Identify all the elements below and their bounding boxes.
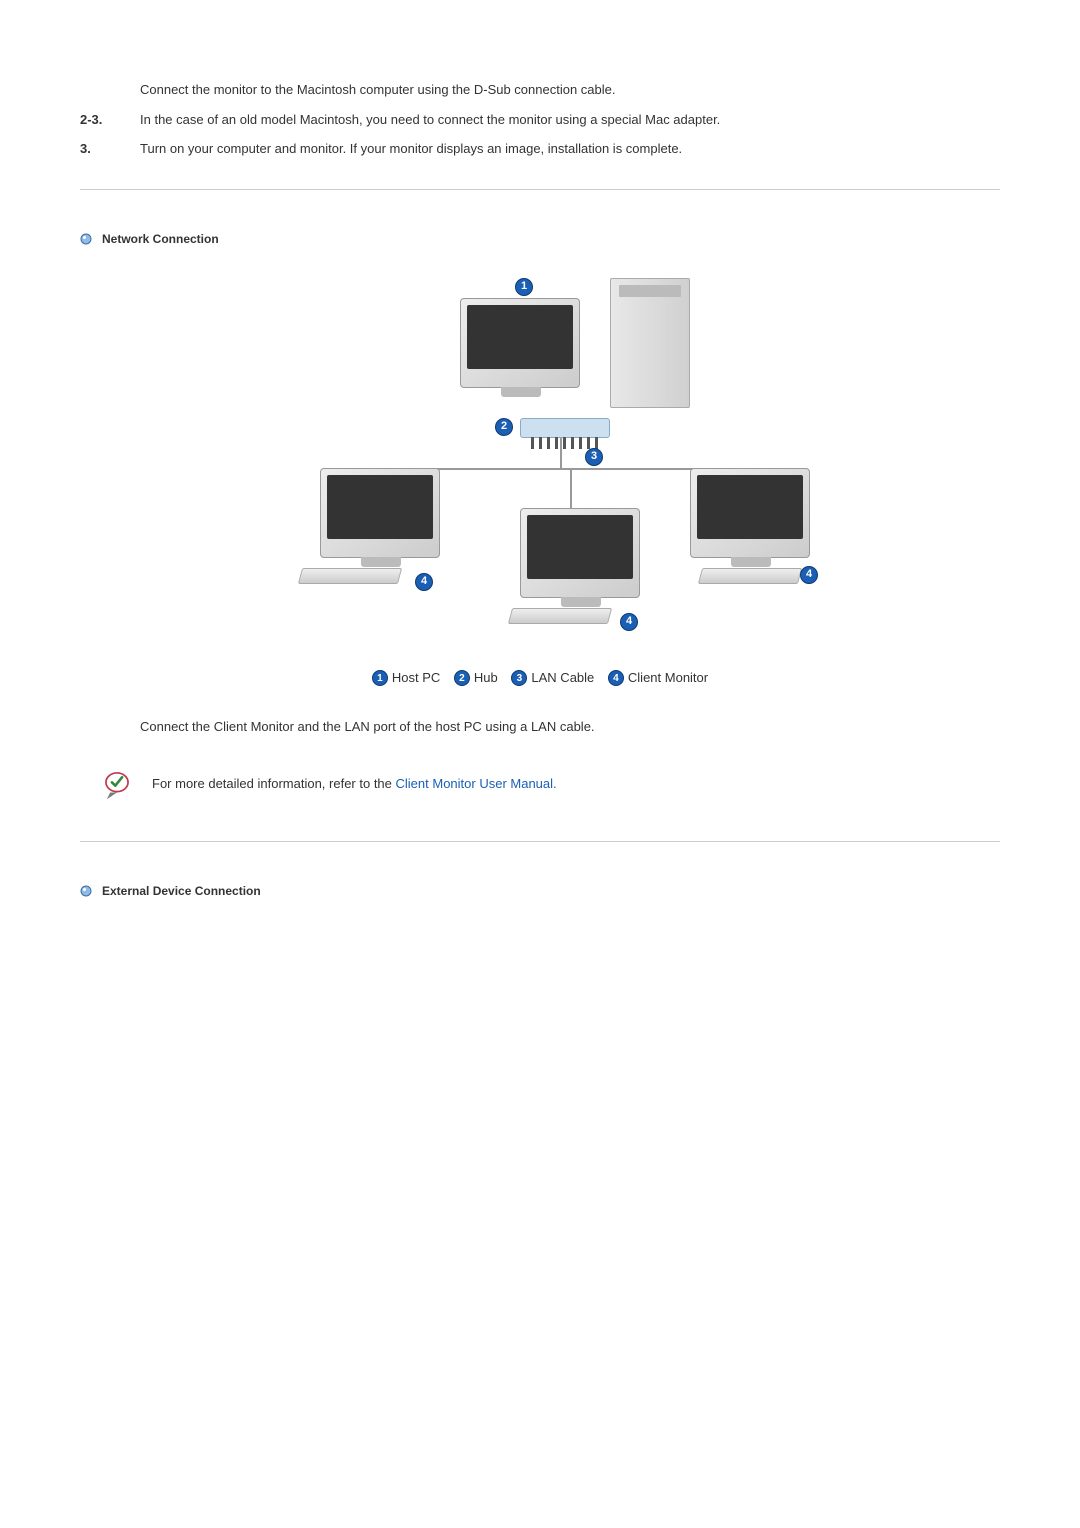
legend-badge-3: 3	[511, 670, 527, 686]
external-device-title: External Device Connection	[102, 882, 261, 900]
network-connection-heading: Network Connection	[80, 230, 1000, 248]
note-icon	[100, 767, 134, 801]
legend-badge-4: 4	[608, 670, 624, 686]
external-device-heading: External Device Connection	[80, 882, 1000, 900]
step-3: 3. Turn on your computer and monitor. If…	[80, 139, 1000, 159]
host-pc-tower-icon	[610, 278, 690, 408]
step-intro-text: Connect the monitor to the Macintosh com…	[140, 80, 1000, 100]
legend-label-4: Client Monitor	[628, 670, 708, 685]
legend-label-1: Host PC	[392, 670, 440, 685]
network-connection-title: Network Connection	[102, 230, 219, 248]
client-monitor-icon	[320, 468, 440, 558]
note-text: For more detailed information, refer to …	[152, 774, 557, 794]
step-2-3-number: 2-3.	[80, 110, 140, 130]
step-3-number: 3.	[80, 139, 140, 159]
legend-badge-2: 2	[454, 670, 470, 686]
hub-icon	[520, 418, 610, 438]
keyboard-icon	[298, 568, 402, 584]
client-monitor-icon	[690, 468, 810, 558]
step-2-3: 2-3. In the case of an old model Macinto…	[80, 110, 1000, 130]
host-pc-monitor-icon	[460, 298, 580, 388]
legend-badge-1: 1	[372, 670, 388, 686]
client-monitor-manual-link[interactable]: Client Monitor User Manual.	[396, 776, 557, 791]
note-prefix: For more detailed information, refer to …	[152, 776, 396, 791]
keyboard-icon	[508, 608, 612, 624]
network-diagram: 1 2 3 4 4 4	[80, 268, 1000, 648]
step-2-3-text: In the case of an old model Macintosh, y…	[140, 110, 1000, 130]
badge-4: 4	[415, 573, 433, 591]
note-row: For more detailed information, refer to …	[100, 767, 1000, 801]
badge-1: 1	[515, 278, 533, 296]
lan-cable-icon	[400, 468, 720, 470]
badge-2: 2	[495, 418, 513, 436]
badge-4: 4	[800, 566, 818, 584]
network-body-text: Connect the Client Monitor and the LAN p…	[140, 717, 1000, 737]
step-3-text: Turn on your computer and monitor. If yo…	[140, 139, 1000, 159]
badge-4: 4	[620, 613, 638, 631]
bullet-icon	[80, 233, 92, 245]
bullet-icon	[80, 885, 92, 897]
divider	[80, 189, 1000, 190]
client-monitor-icon	[520, 508, 640, 598]
lan-cable-icon	[560, 438, 562, 468]
keyboard-icon	[698, 568, 802, 584]
legend-label-2: Hub	[474, 670, 498, 685]
legend-label-3: LAN Cable	[531, 670, 594, 685]
diagram-legend: 1 Host PC 2 Hub 3 LAN Cable 4 Client Monitor	[80, 668, 1000, 688]
divider	[80, 841, 1000, 842]
badge-3: 3	[585, 448, 603, 466]
